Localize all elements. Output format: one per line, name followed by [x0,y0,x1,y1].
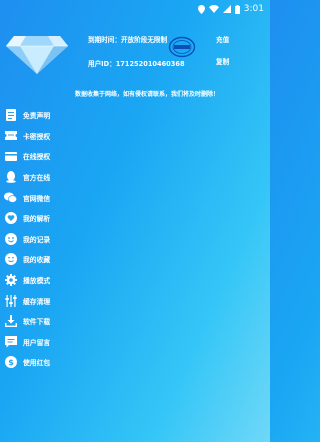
menu-item-my-parse[interactable]: 我的解析 [0,208,270,229]
menu-item-software-download[interactable]: 软件下载 [0,311,270,332]
heart-icon [4,212,17,225]
message-icon [4,335,17,348]
menu-item-card-auth[interactable]: 卡密授权 [0,126,270,147]
expiry-text: 到期时间：开放阶段无限制 [88,36,168,44]
seal-stamp-icon [168,36,196,58]
gear-icon [4,274,17,287]
recharge-button[interactable]: 充值 [216,34,229,44]
notice-text: 数据收集于网络，如有侵权请联系，我们将及时删除！ [74,91,219,98]
menu-item-label: 软件下载 [23,318,51,327]
menu-item-label: 缓存清理 [23,297,51,306]
menu-item-label: 卡密授权 [23,132,51,141]
menu-item-label: 播放模式 [23,277,51,286]
menu-item-online-auth[interactable]: 在线授权 [0,146,270,167]
menu-item-red-packet[interactable]: $ 使用红包 [0,352,270,373]
menu-item-label: 免责声明 [23,112,51,121]
diamond-icon [6,36,68,74]
location-icon [197,4,205,14]
menu-item-official-wechat[interactable]: 官网微信 [0,187,270,208]
menu-item-label: 我的收藏 [23,256,51,265]
document-icon [4,109,17,122]
ticket-icon [4,129,17,142]
account-header: 到期时间：开放阶段无限制 用户ID：1712520104603​68 充值 复制 [0,22,270,82]
menu-item-label: 使用红包 [23,359,51,368]
smile-icon [4,232,17,245]
sliders-icon [4,294,17,307]
svg-text:$: $ [8,358,14,367]
menu-item-label: 用户留言 [23,338,51,347]
copy-button[interactable]: 复制 [216,56,229,66]
face-icon [4,253,17,266]
dollar-icon: $ [4,356,17,369]
menu-item-label: 我的解析 [23,215,51,224]
menu-item-user-message[interactable]: 用户留言 [0,332,270,353]
status-bar: 3:01 [0,0,270,18]
status-time: 3:01 [243,4,264,14]
menu-item-label: 在线授权 [23,153,51,162]
battery-icon [234,4,240,14]
menu-item-label: 官方在线 [23,174,51,183]
menu-item-my-favorites[interactable]: 我的收藏 [0,249,270,270]
download-icon [4,315,17,328]
wifi-icon [208,5,219,13]
card-icon [4,150,17,163]
menu-item-official-online[interactable]: 官方在线 [0,167,270,188]
menu-item-my-records[interactable]: 我的记录 [0,229,270,250]
menu-list: 免责声明 卡密授权 在线授权 官方在线 官网微信 我的解析 我的记录 我的收藏 … [0,105,270,373]
signal-icon [222,5,231,13]
menu-item-play-mode[interactable]: 播放模式 [0,270,270,291]
wechat-icon [4,191,17,204]
menu-item-disclaimer[interactable]: 免责声明 [0,105,270,126]
menu-item-clear-cache[interactable]: 缓存清理 [0,290,270,311]
qq-icon [4,171,17,184]
menu-item-label: 官网微信 [23,194,51,203]
user-id-text: 用户ID：1712520104603​68 [88,60,185,68]
menu-item-label: 我的记录 [23,235,51,244]
